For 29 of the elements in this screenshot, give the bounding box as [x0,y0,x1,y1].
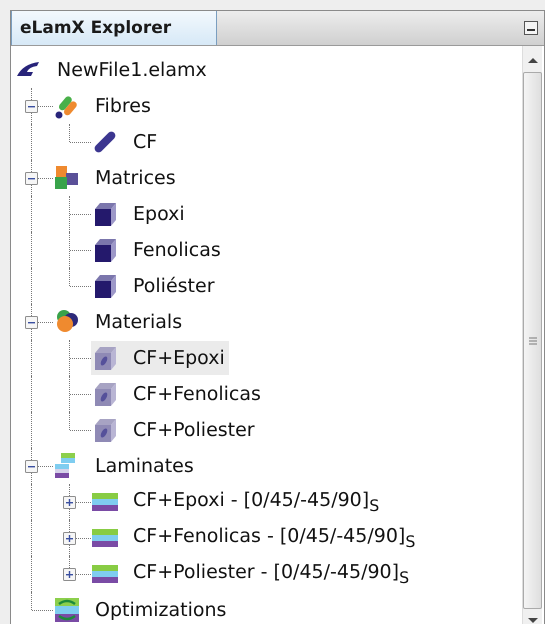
matrices-icon [53,164,81,192]
tree-item[interactable]: CF+Fenolicas - [0/45/-45/90]$_{S}$ [91,521,420,555]
tree-item[interactable]: Matrices [53,161,180,195]
expander[interactable] [63,532,76,545]
tree-item[interactable]: Epoxi [91,197,189,231]
tree-item[interactable]: CF+Poliester - [0/45/-45/90]$_{S}$ [91,557,414,591]
expander[interactable] [63,496,76,509]
expander[interactable] [25,172,38,185]
minimize-icon[interactable] [524,21,538,35]
scroll-up-icon[interactable] [526,56,538,64]
tree-item[interactable]: Materials [53,305,186,339]
scroll-down-icon[interactable] [526,617,538,624]
tree-item[interactable]: CF+Fenolicas [91,377,265,411]
tree-item[interactable]: Optimizations [53,593,230,624]
tree-item[interactable]: CF [91,125,162,159]
expander[interactable] [63,568,76,581]
tree-item[interactable]: NewFile1.elamx [15,53,211,87]
expander[interactable] [25,100,38,113]
optimizations-icon [53,596,81,624]
tree-item[interactable]: CF+Epoxi [91,341,229,375]
tree-item[interactable]: CF+Epoxi - [0/45/-45/90]$_{S}$ [91,485,384,519]
expander[interactable] [25,316,38,329]
tree-item[interactable]: Poliéster [91,269,219,303]
tree-item[interactable]: CF+Poliester [91,413,259,447]
expander[interactable] [25,460,38,473]
tree-item[interactable]: Fenolicas [91,233,225,267]
panel-tab[interactable]: eLamX Explorer [11,11,217,45]
tree-item[interactable]: Fibres [53,89,155,123]
tree-item[interactable]: Laminates [53,449,198,483]
